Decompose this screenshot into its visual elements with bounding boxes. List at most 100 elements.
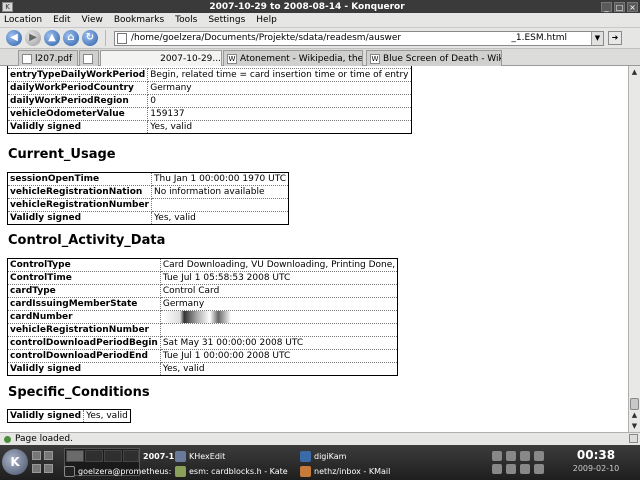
scroll-up-icon[interactable]: ▲ — [630, 410, 639, 420]
table-value: Germany — [159, 297, 399, 311]
forward-arrow-icon[interactable]: ▶ — [25, 30, 41, 46]
table-row: ControlTime Tue Jul 1 05:58:53 2008 UTC — [7, 271, 399, 285]
table-row: Validly signed Yes, valid — [7, 211, 289, 225]
clock[interactable]: 00:38 2009-02-10 — [556, 448, 636, 473]
table-key: vehicleOdometerValue — [6, 107, 149, 121]
table-value: No information available — [151, 185, 289, 199]
navigation-toolbar: ◀ ▶ ▲ ⌂ ↻ /home/goelzera/Documents/Proje… — [0, 28, 640, 49]
table-key: Validly signed — [6, 409, 85, 423]
home-icon[interactable]: ⌂ — [63, 30, 79, 46]
wikipedia-icon: W — [227, 53, 237, 64]
up-arrow-icon[interactable]: ▲ — [44, 30, 60, 46]
minimize-button[interactable]: _ — [601, 1, 612, 12]
k-menu-button[interactable]: K — [2, 449, 28, 475]
table-row: entryTypeDailyWorkPeriod Begin, related … — [6, 68, 412, 82]
tray-icon[interactable] — [520, 464, 530, 474]
task-label: esm: cardblocks.h - Kate — [189, 466, 288, 476]
go-icon[interactable]: ➜ — [608, 31, 622, 45]
tab-label: Atonement - Wikipedia, the ... — [240, 53, 363, 64]
control-activity-table: ControlType Card Downloading, VU Downloa… — [7, 258, 399, 376]
tray-icon[interactable] — [506, 451, 516, 461]
pager-desktop[interactable] — [66, 450, 84, 462]
tab-label: 2007-10-29... — [160, 54, 221, 64]
close-button[interactable]: × — [627, 1, 638, 12]
back-arrow-icon[interactable]: ◀ — [6, 30, 22, 46]
table-key: vehicleRegistrationNation — [7, 185, 152, 199]
tab-atonement[interactable]: W Atonement - Wikipedia, the ... — [223, 50, 363, 66]
kmail-icon — [300, 465, 311, 477]
table-key: controlDownloadPeriodEnd — [7, 349, 161, 363]
menu-edit[interactable]: Edit — [53, 15, 70, 25]
task-kmail[interactable]: nethz/inbox - KMail — [300, 464, 420, 478]
task-terminal[interactable]: goelzera@prometheus: ~ — [64, 464, 174, 478]
pager-desktop[interactable] — [85, 450, 103, 462]
launcher-icon[interactable] — [32, 464, 41, 473]
window-titlebar: K 2007-10-29 to 2008-08-14 - Konqueror _… — [0, 0, 640, 13]
table-row: vehicleRegistrationNumber — [7, 323, 399, 337]
menu-settings[interactable]: Settings — [208, 15, 245, 25]
table-row: vehicleOdometerValue 159137 — [6, 107, 412, 121]
maximize-button[interactable]: □ — [614, 1, 625, 12]
tab-label: Blue Screen of Death - Wiki... — [383, 53, 502, 64]
url-dropdown-icon[interactable]: ▼ — [591, 31, 603, 45]
menu-help[interactable]: Help — [256, 15, 277, 25]
table-row: sessionOpenTime Thu Jan 1 00:00:00 1970 … — [7, 172, 289, 186]
task-digikam[interactable]: digiKam — [300, 449, 410, 463]
table-key: cardIssuingMemberState — [7, 297, 161, 311]
scroll-down-icon[interactable]: ▼ — [630, 421, 639, 431]
task-label: 2007-1 — [143, 451, 175, 461]
daily-work-table: entryTypeDailyWorkPeriod Begin, related … — [6, 66, 412, 134]
table-key: dailyWorkPeriodCountry — [6, 81, 149, 95]
location-bar[interactable]: /home/goelzera/Documents/Projekte/sdata/… — [114, 30, 604, 46]
task-khexedit[interactable]: KHexEdit — [175, 449, 295, 463]
table-key: Validly signed — [6, 120, 149, 134]
table-value: Yes, valid — [83, 409, 131, 423]
launcher-icon[interactable] — [44, 464, 53, 473]
tray-icon[interactable] — [520, 451, 530, 461]
launcher-icon[interactable] — [44, 451, 53, 460]
scroll-up-icon[interactable]: ▲ — [630, 67, 639, 77]
pager-desktop[interactable] — [104, 450, 122, 462]
table-value: Yes, valid — [147, 120, 412, 134]
konqueror-icon[interactable]: K — [2, 1, 13, 12]
launcher-icon[interactable] — [32, 451, 41, 460]
pager-desktop[interactable] — [123, 450, 139, 462]
table-value: 0 — [147, 94, 412, 108]
tab-blank[interactable] — [79, 50, 99, 66]
table-key: controlDownloadPeriodBegin — [7, 336, 161, 350]
url-text[interactable]: /home/goelzera/Documents/Projekte/sdata/… — [131, 33, 401, 43]
task-kate[interactable]: esm: cardblocks.h - Kate — [175, 464, 295, 478]
table-key: Validly signed — [7, 211, 152, 225]
table-key: sessionOpenTime — [7, 172, 152, 186]
tray-icon[interactable] — [492, 464, 502, 474]
scroll-thumb[interactable] — [630, 398, 639, 410]
menu-tools[interactable]: Tools — [175, 15, 197, 25]
tray-icon[interactable] — [534, 451, 544, 461]
table-key: cardType — [7, 284, 161, 298]
tray-icon[interactable] — [506, 464, 516, 474]
table-value — [151, 198, 289, 212]
tab-l207-pdf[interactable]: l207.pdf — [18, 50, 78, 66]
tray-icon[interactable] — [492, 451, 502, 461]
tab-bsod[interactable]: W Blue Screen of Death - Wiki... — [366, 50, 502, 66]
menu-location[interactable]: Location — [4, 15, 42, 25]
table-key: vehicleRegistrationNumber — [7, 323, 161, 337]
reload-icon[interactable]: ↻ — [82, 30, 98, 46]
table-value: Sat May 31 00:00:00 2008 UTC — [159, 336, 399, 350]
table-key: Validly signed — [7, 362, 161, 376]
vertical-scrollbar[interactable]: ▲ ▲ ▼ — [628, 66, 640, 432]
heading-specific-conditions: Specific_Conditions — [8, 385, 150, 400]
table-value: Card Downloading, VU Downloading, Printi… — [159, 258, 399, 272]
url-tail[interactable]: _1.ESM.html — [511, 33, 567, 43]
menu-view[interactable]: View — [82, 15, 103, 25]
kde-taskbar: K 2007-1 KHexEdit digiKam goelzera@prome… — [0, 445, 640, 480]
menu-bookmarks[interactable]: Bookmarks — [114, 15, 164, 25]
table-key: ControlType — [7, 258, 161, 272]
table-row: controlDownloadPeriodBegin Sat May 31 00… — [7, 336, 399, 350]
tray-icon[interactable] — [534, 464, 544, 474]
window-title: 2007-10-29 to 2008-08-14 - Konqueror — [209, 1, 405, 12]
resize-grip-icon[interactable] — [629, 434, 638, 443]
table-value: Germany — [147, 81, 412, 95]
tab-report[interactable]: 2007-10-29... — [100, 50, 222, 67]
redacted-card-number — [162, 311, 248, 323]
